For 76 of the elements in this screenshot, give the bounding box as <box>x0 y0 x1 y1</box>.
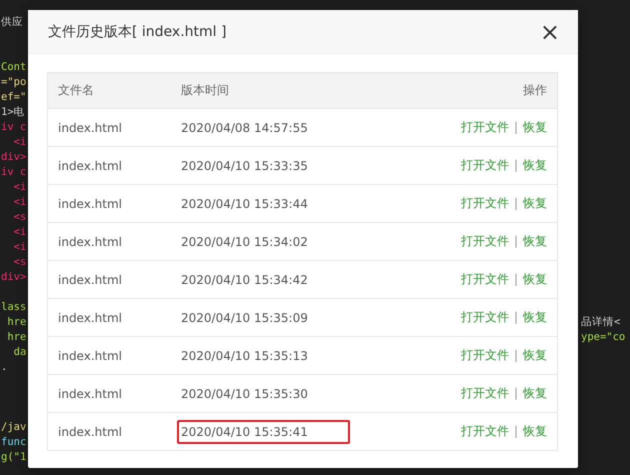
link-separator: | <box>514 272 518 286</box>
open-file-link[interactable]: 打开文件 <box>460 386 509 400</box>
version-time: 2020/04/08 14:57:55 <box>180 120 309 136</box>
code-text: da <box>12 345 26 360</box>
restore-link[interactable]: 恢复 <box>523 272 547 286</box>
link-separator: | <box>514 386 518 400</box>
code-text: lass <box>0 300 26 315</box>
code-text: ="po <box>0 75 26 90</box>
table-cell: index.html <box>48 222 171 260</box>
open-file-link[interactable]: 打开文件 <box>460 272 509 286</box>
link-separator: | <box>514 424 518 438</box>
restore-link[interactable]: 恢复 <box>523 120 547 134</box>
code-text: 品详情< <box>581 315 620 330</box>
restore-link[interactable]: 恢复 <box>523 310 547 324</box>
code-text: <i <box>12 240 26 255</box>
code-text: hre <box>6 315 26 330</box>
code-text: hre <box>6 330 26 345</box>
code-text: ype="co <box>581 330 626 345</box>
highlighted-time: 2020/04/10 15:35:41 <box>177 420 350 444</box>
code-text: 供应 <box>0 15 23 30</box>
table-cell: index.html <box>48 184 171 222</box>
version-time: 2020/04/10 15:34:02 <box>180 234 309 250</box>
close-button[interactable]: × <box>538 20 562 44</box>
version-time: 2020/04/10 15:35:30 <box>180 386 309 402</box>
version-time: 2020/04/10 15:33:35 <box>180 158 309 174</box>
version-time: 2020/04/10 15:35:13 <box>180 348 309 364</box>
code-text: <s <box>12 255 26 270</box>
open-file-link[interactable]: 打开文件 <box>460 234 509 248</box>
column-header: 版本时间 <box>171 72 441 108</box>
version-time: 2020/04/10 15:35:09 <box>180 310 309 326</box>
link-separator: | <box>514 234 518 248</box>
open-file-link[interactable]: 打开文件 <box>460 120 509 134</box>
code-text: iv c <box>0 165 26 180</box>
link-separator: | <box>514 120 518 134</box>
code-text: 1>电 <box>0 105 25 120</box>
table-cell: index.html <box>48 298 171 336</box>
code-text: iv c <box>0 120 26 135</box>
column-header: 文件名 <box>48 72 171 108</box>
link-separator: | <box>514 196 518 210</box>
code-text: <i <box>12 180 26 195</box>
code-text: <i <box>12 225 26 240</box>
table-cell: index.html <box>48 336 171 374</box>
restore-link[interactable]: 恢复 <box>523 234 547 248</box>
link-separator: | <box>514 348 518 362</box>
table-cell: index.html <box>48 374 171 412</box>
column-header: 操作 <box>441 72 558 108</box>
open-file-link[interactable]: 打开文件 <box>460 424 509 438</box>
restore-link[interactable]: 恢复 <box>523 386 547 400</box>
table-cell: index.html <box>48 260 171 298</box>
version-time: 2020/04/10 15:34:42 <box>180 272 309 288</box>
open-file-link[interactable]: 打开文件 <box>460 348 509 362</box>
dialog-title: 文件历史版本[ index.html ] <box>48 22 226 40</box>
restore-link[interactable]: 恢复 <box>523 348 547 362</box>
open-file-link[interactable]: 打开文件 <box>460 158 509 172</box>
open-file-link[interactable]: 打开文件 <box>460 196 509 210</box>
code-text: div> <box>0 270 26 285</box>
link-separator: | <box>514 158 518 172</box>
code-text: div> <box>0 150 26 165</box>
restore-link[interactable]: 恢复 <box>523 158 547 172</box>
code-text: func <box>0 435 26 450</box>
table-cell: index.html <box>48 146 171 184</box>
version-time: 2020/04/10 15:33:44 <box>180 196 309 212</box>
code-text: Cont <box>0 60 26 75</box>
table-cell: index.html <box>48 412 171 450</box>
table-cell: index.html <box>48 108 171 146</box>
open-file-link[interactable]: 打开文件 <box>460 310 509 324</box>
code-text: <i <box>12 135 26 150</box>
code-text: /jav <box>0 420 26 435</box>
code-text: g("1 <box>0 450 26 465</box>
code-text: . <box>0 360 8 375</box>
code-text: ef=" <box>0 90 26 105</box>
code-text: <s <box>12 210 26 225</box>
restore-link[interactable]: 恢复 <box>523 196 547 210</box>
code-text: <i <box>12 195 26 210</box>
link-separator: | <box>514 310 518 324</box>
restore-link[interactable]: 恢复 <box>523 424 547 438</box>
